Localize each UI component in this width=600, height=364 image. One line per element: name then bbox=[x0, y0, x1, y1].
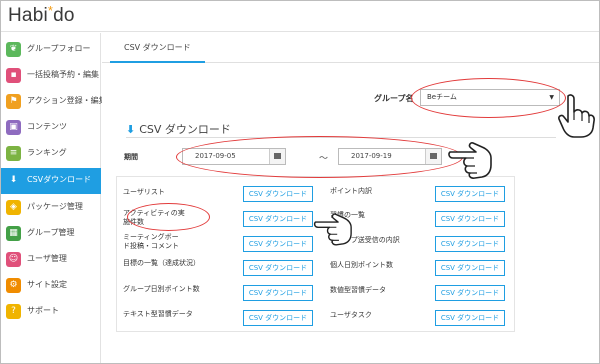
highlight-ellipse-activity bbox=[127, 203, 210, 231]
sidebar-item-label: グループ管理 bbox=[27, 228, 75, 237]
sidebar-item-bulk-post[interactable]: ▪ 一括投稿予約・編集 bbox=[1, 63, 101, 89]
logo-text-tail: do bbox=[53, 5, 75, 26]
leaf-icon: ❦ bbox=[6, 42, 21, 57]
csv-download-button-habit[interactable]: CSV ダウンロード bbox=[435, 211, 505, 227]
pointing-hand-icon bbox=[558, 94, 595, 138]
sidebar-item-label: アクション登録・編集 bbox=[27, 96, 107, 105]
row-label-meeting-board: ミーティングボード投稿・コメント bbox=[123, 233, 179, 250]
row-label-numeric-habit: 数値型習慣データ bbox=[330, 286, 386, 294]
csv-download-button-activity[interactable]: CSV ダウンロード bbox=[243, 211, 313, 227]
sidebar-item-label: グループフォロー bbox=[27, 44, 91, 53]
csv-download-button-meeting[interactable]: CSV ダウンロード bbox=[243, 236, 313, 252]
section-title-text: CSV ダウンロード bbox=[139, 123, 231, 136]
user-icon: ☺ bbox=[6, 252, 21, 267]
sidebar-item-ranking[interactable]: ≡ ランキング bbox=[1, 141, 101, 167]
group-name-label: グループ名 bbox=[374, 94, 414, 103]
top-bar: Habi*do bbox=[1, 1, 599, 32]
sidebar-item-group-admin[interactable]: ▦ グループ管理 bbox=[1, 221, 101, 247]
logo-text: Habi bbox=[8, 5, 48, 26]
sidebar-item-package[interactable]: ◈ パッケージ管理 bbox=[1, 195, 101, 221]
content-icon: ▣ bbox=[6, 120, 21, 135]
sidebar-item-label: CSVダウンロード bbox=[27, 175, 92, 184]
gear-icon: ⚙ bbox=[6, 278, 21, 293]
logo-star: * bbox=[47, 3, 54, 18]
csv-download-button-stamp[interactable]: CSV ダウンロード bbox=[435, 236, 505, 252]
download-icon: ⬇ bbox=[126, 123, 136, 136]
highlight-ellipse-group bbox=[411, 78, 566, 118]
csv-download-button-group-points[interactable]: CSV ダウンロード bbox=[243, 285, 313, 301]
csv-download-button-goal[interactable]: CSV ダウンロード bbox=[243, 260, 313, 276]
sidebar-item-label: ランキング bbox=[27, 148, 67, 157]
csv-download-button-personal-points[interactable]: CSV ダウンロード bbox=[435, 260, 505, 276]
flag-icon: ⚑ bbox=[6, 94, 21, 109]
row-label-goal-list: 目標の一覧（達成状況） bbox=[123, 259, 200, 267]
pointing-hand-icon bbox=[313, 213, 352, 246]
tab-csv-download[interactable]: CSV ダウンロード bbox=[110, 33, 205, 63]
help-icon: ? bbox=[6, 304, 21, 319]
row-label-personal-daily-points: 個人日別ポイント数 bbox=[330, 261, 393, 269]
tab-bar: CSV ダウンロード bbox=[102, 33, 599, 63]
sidebar-item-group-follow[interactable]: ❦ グループフォロー bbox=[1, 37, 101, 63]
row-label-text-habit: テキスト型習慣データ bbox=[123, 310, 193, 318]
row-label-group-daily-points: グループ日別ポイント数 bbox=[123, 285, 200, 293]
sidebar-item-label: サイト設定 bbox=[27, 280, 67, 289]
sidebar-item-csv-download[interactable]: ⬇ CSVダウンロード bbox=[1, 168, 101, 194]
sidebar-item-label: パッケージ管理 bbox=[27, 202, 83, 211]
highlight-ellipse-period bbox=[176, 136, 463, 178]
package-icon: ◈ bbox=[6, 200, 21, 215]
sidebar-item-user-admin[interactable]: ☺ ユーザ管理 bbox=[1, 247, 101, 273]
sidebar-item-site-settings[interactable]: ⚙ サイト設定 bbox=[1, 273, 101, 299]
download-icon: ⬇ bbox=[9, 175, 18, 185]
sidebar-item-contents[interactable]: ▣ コンテンツ bbox=[1, 115, 101, 141]
row-label-user-list: ユーザリスト bbox=[123, 188, 165, 196]
sidebar-item-support[interactable]: ? サポート bbox=[1, 299, 101, 325]
sidebar-item-label: ユーザ管理 bbox=[27, 254, 67, 263]
pointing-hand-icon bbox=[448, 142, 492, 179]
chat-icon: ▪ bbox=[6, 68, 21, 83]
download-panel: ユーザリスト アクティビティの実施件数 ミーティングボード投稿・コメント 目標の… bbox=[116, 176, 515, 332]
csv-download-button-text-habit[interactable]: CSV ダウンロード bbox=[243, 310, 313, 326]
csv-download-button-user-list[interactable]: CSV ダウンロード bbox=[243, 186, 313, 202]
habido-logo[interactable]: Habi*do bbox=[8, 3, 75, 27]
sidebar-item-label: 一括投稿予約・編集 bbox=[27, 70, 99, 79]
row-label-point-breakdown: ポイント内訳 bbox=[330, 187, 372, 195]
ranking-icon: ≡ bbox=[6, 146, 21, 161]
csv-download-button-user-task[interactable]: CSV ダウンロード bbox=[435, 310, 505, 326]
sidebar-item-label: コンテンツ bbox=[27, 122, 67, 131]
period-label: 期間 bbox=[124, 153, 138, 161]
section-title: ⬇ CSV ダウンロード bbox=[126, 121, 231, 137]
sidebar-item-action[interactable]: ⚑ アクション登録・編集 bbox=[1, 89, 107, 115]
csv-download-button-points[interactable]: CSV ダウンロード bbox=[435, 186, 505, 202]
sidebar-item-label: サポート bbox=[27, 306, 59, 315]
sidebar: ❦ グループフォロー ▪ 一括投稿予約・編集 ⚑ アクション登録・編集 ▣ コン… bbox=[1, 33, 107, 363]
csv-download-button-numeric-habit[interactable]: CSV ダウンロード bbox=[435, 285, 505, 301]
group-icon: ▦ bbox=[6, 226, 21, 241]
row-label-user-task: ユーザタスク bbox=[330, 311, 372, 319]
